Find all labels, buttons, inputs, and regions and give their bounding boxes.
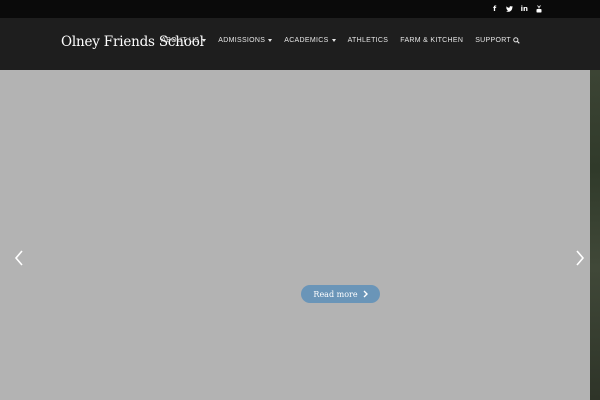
caret-down-icon [268, 39, 273, 42]
twitter-icon[interactable] [505, 4, 513, 14]
hero-slider: Read more [0, 70, 600, 400]
nav-label: ATHLETICS [347, 37, 389, 44]
facebook-icon[interactable]: f [492, 4, 498, 14]
nav-item-support[interactable]: SUPPORT [475, 37, 520, 44]
main-header: Olney Friends School ABOUT US ADMISSIONS… [0, 18, 600, 70]
social-links: f in [492, 4, 542, 14]
linkedin-icon[interactable]: in [521, 4, 528, 14]
slide-image-edge [590, 70, 600, 400]
read-more-button[interactable]: Read more [301, 285, 380, 303]
slider-next-button[interactable] [573, 247, 587, 269]
main-nav: ABOUT US ADMISSIONS ACADEMICS ATHLETICS … [161, 37, 520, 44]
nav-item-admissions[interactable]: ADMISSIONS [218, 37, 273, 44]
chevron-left-icon [14, 250, 23, 266]
nav-label: ADMISSIONS [218, 37, 266, 44]
slider-prev-button[interactable] [12, 247, 26, 269]
read-more-label: Read more [313, 289, 358, 299]
top-bar: f in [0, 0, 600, 18]
nav-item-farm-kitchen[interactable]: FARM & KITCHEN [400, 37, 463, 44]
search-icon[interactable] [513, 37, 520, 44]
caret-down-icon [331, 39, 336, 42]
youtube-icon[interactable] [536, 4, 542, 14]
nav-item-about-us[interactable]: ABOUT US [161, 37, 207, 44]
nav-label: ABOUT US [161, 37, 200, 44]
nav-item-academics[interactable]: ACADEMICS [284, 37, 336, 44]
caret-down-icon [202, 39, 207, 42]
chevron-right-icon [576, 250, 585, 266]
chevron-right-icon [363, 290, 368, 298]
nav-item-athletics[interactable]: ATHLETICS [348, 37, 389, 44]
nav-label: FARM & KITCHEN [400, 37, 464, 44]
nav-label: ACADEMICS [284, 37, 329, 44]
nav-label: SUPPORT [475, 37, 511, 44]
